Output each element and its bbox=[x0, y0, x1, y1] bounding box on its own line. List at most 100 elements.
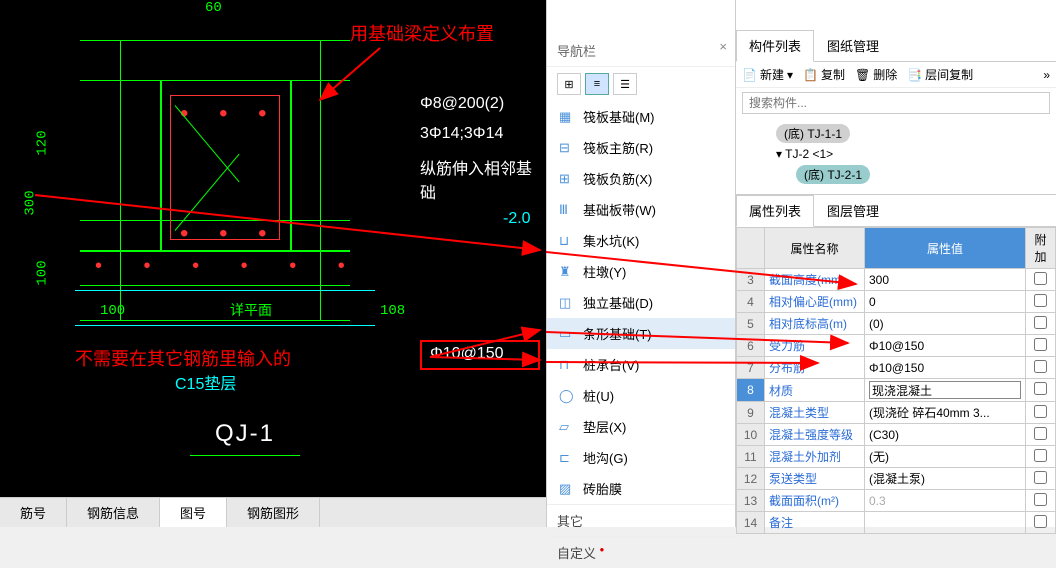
property-value[interactable]: (混凝土泵) bbox=[865, 468, 1026, 490]
property-extra-checkbox[interactable] bbox=[1034, 405, 1047, 418]
property-value[interactable]: 0 bbox=[865, 291, 1026, 313]
tab-drawing-mgmt[interactable]: 图纸管理 bbox=[814, 30, 892, 61]
bottom-rebar: Φ10@150 bbox=[430, 345, 504, 363]
view-mode-list-icon[interactable]: ≡ bbox=[585, 73, 609, 95]
property-extra-checkbox[interactable] bbox=[1034, 449, 1047, 462]
copy-button[interactable]: 📋 复制 bbox=[803, 66, 845, 83]
nav-item-7[interactable]: ▭条形基础(T) bbox=[547, 318, 735, 349]
nav-item-label: 地沟(G) bbox=[583, 448, 628, 467]
property-name: 相对偏心距(mm) bbox=[765, 291, 865, 313]
property-name: 截面高度(mm) bbox=[765, 269, 865, 291]
floor-copy-button[interactable]: 📑 层间复制 bbox=[907, 66, 973, 83]
property-extra-checkbox[interactable] bbox=[1034, 493, 1047, 506]
cushion-icon: ▱ bbox=[559, 419, 575, 435]
nav-item-label: 砖胎膜 bbox=[583, 479, 622, 498]
dim-120: 120 bbox=[35, 130, 51, 155]
view-mode-detail-icon[interactable]: ☰ bbox=[613, 73, 637, 95]
nav-item-label: 基础板带(W) bbox=[583, 200, 656, 219]
nav-item-3[interactable]: Ⅲ基础板带(W) bbox=[547, 194, 735, 225]
nav-item-5[interactable]: ♜柱墩(Y) bbox=[547, 256, 735, 287]
more-icon[interactable]: » bbox=[1043, 68, 1050, 82]
tab-layer-mgmt[interactable]: 图层管理 bbox=[814, 195, 892, 226]
property-row-3[interactable]: 3截面高度(mm)300 bbox=[737, 269, 1056, 291]
nav-item-2[interactable]: ⊞筏板负筋(X) bbox=[547, 163, 735, 194]
cad-viewport[interactable]: • • • • • • • • • • • • 60 120 300 100 1… bbox=[0, 0, 546, 497]
rebar-text-1: Φ8@200(2) bbox=[420, 95, 504, 113]
tab-drawing-no[interactable]: 图号 bbox=[160, 498, 227, 527]
nav-item-9[interactable]: ◯ 桩(U) bbox=[547, 380, 735, 411]
nav-item-4[interactable]: ⊔集水坑(K) bbox=[547, 225, 735, 256]
property-value[interactable]: 0.3 bbox=[865, 490, 1026, 512]
property-value[interactable]: Φ10@150 bbox=[865, 357, 1026, 379]
property-extra-checkbox[interactable] bbox=[1034, 294, 1047, 307]
pilecap-icon: ⊓ bbox=[559, 357, 575, 373]
property-value[interactable]: (无) bbox=[865, 446, 1026, 468]
neg-rebar-icon: ⊞ bbox=[559, 171, 575, 187]
iso-found-icon: ◫ bbox=[559, 295, 575, 311]
component-search-input[interactable] bbox=[742, 92, 1050, 114]
property-value[interactable]: (0) bbox=[865, 313, 1026, 335]
col-property-name: 属性名称 bbox=[765, 228, 865, 269]
tab-component-list[interactable]: 构件列表 bbox=[736, 30, 814, 62]
pile-icon: ◯ bbox=[559, 388, 575, 404]
property-name: 混凝土类型 bbox=[765, 402, 865, 424]
trench-icon: ⊏ bbox=[559, 450, 575, 466]
property-row-5[interactable]: 5相对底标高(m)(0) bbox=[737, 313, 1056, 335]
property-value[interactable]: (C30) bbox=[865, 424, 1026, 446]
nav-item-label: 桩(U) bbox=[583, 386, 614, 405]
delete-button[interactable]: 🗑 删除 bbox=[855, 66, 897, 83]
property-extra-checkbox[interactable] bbox=[1034, 316, 1047, 329]
dim-60: 60 bbox=[205, 0, 222, 16]
tree-node-tj11[interactable]: (底) TJ-1-1 bbox=[746, 122, 1046, 145]
nav-item-8[interactable]: ⊓ 桩承台(V) bbox=[547, 349, 735, 380]
navigator-close-icon[interactable]: × bbox=[719, 39, 727, 54]
property-value[interactable]: (现浇砼 碎石40mm 3... bbox=[865, 402, 1026, 424]
property-row-7[interactable]: 7分布筋Φ10@150 bbox=[737, 357, 1056, 379]
property-row-12[interactable]: 12泵送类型(混凝土泵) bbox=[737, 468, 1056, 490]
nav-item-label: 筏板主筋(R) bbox=[583, 138, 653, 157]
property-row-9[interactable]: 9混凝土类型(现浇砼 碎石40mm 3... bbox=[737, 402, 1056, 424]
property-extra-checkbox[interactable] bbox=[1034, 272, 1047, 285]
property-extra-checkbox[interactable] bbox=[1034, 471, 1047, 484]
tab-property-list[interactable]: 属性列表 bbox=[736, 195, 814, 227]
nav-item-label: 垫层(X) bbox=[583, 417, 626, 436]
nav-item-6[interactable]: ◫独立基础(D) bbox=[547, 287, 735, 318]
property-row-8[interactable]: 8材质 bbox=[737, 379, 1056, 402]
property-extra-checkbox[interactable] bbox=[1034, 360, 1047, 373]
new-button[interactable]: 📄 新建 ▾ bbox=[742, 66, 793, 83]
property-row-13[interactable]: 13截面面积(m²)0.3 bbox=[737, 490, 1056, 512]
tab-rebar-info[interactable]: 钢筋信息 bbox=[67, 498, 160, 527]
elevation: -2.0 bbox=[503, 210, 531, 228]
nav-item-label: 桩承台(V) bbox=[583, 355, 639, 374]
property-extra-checkbox[interactable] bbox=[1034, 427, 1047, 440]
view-mode-tree-icon[interactable]: ⊞ bbox=[557, 73, 581, 95]
property-value[interactable] bbox=[865, 512, 1026, 534]
nav-section-custom[interactable]: 自定义 • bbox=[547, 536, 735, 568]
property-name: 材质 bbox=[765, 379, 865, 402]
property-value[interactable]: 300 bbox=[865, 269, 1026, 291]
nav-item-0[interactable]: ▦筏板基础(M) bbox=[547, 101, 735, 132]
property-value-input[interactable] bbox=[869, 381, 1021, 399]
tab-rebar-no[interactable]: 筋号 bbox=[0, 498, 67, 527]
nav-item-11[interactable]: ⊏ 地沟(G) bbox=[547, 442, 735, 473]
nav-section-other[interactable]: 其它 bbox=[547, 504, 735, 536]
nav-item-10[interactable]: ▱ 垫层(X) bbox=[547, 411, 735, 442]
property-row-14[interactable]: 14备注 bbox=[737, 512, 1056, 534]
property-extra-checkbox[interactable] bbox=[1034, 338, 1047, 351]
grid-icon: ▦ bbox=[559, 109, 575, 125]
tree-node-tj21[interactable]: (底) TJ-2-1 bbox=[746, 163, 1046, 186]
property-row-4[interactable]: 4相对偏心距(mm)0 bbox=[737, 291, 1056, 313]
col-property-extra: 附加 bbox=[1026, 228, 1056, 269]
property-value[interactable] bbox=[865, 379, 1026, 402]
property-value[interactable]: Φ10@150 bbox=[865, 335, 1026, 357]
rebar-text-2: 3Φ14;3Φ14 bbox=[420, 125, 503, 143]
property-extra-checkbox[interactable] bbox=[1034, 382, 1047, 395]
nav-item-1[interactable]: ⊟筏板主筋(R) bbox=[547, 132, 735, 163]
property-row-6[interactable]: 6受力筋Φ10@150 bbox=[737, 335, 1056, 357]
property-extra-checkbox[interactable] bbox=[1034, 515, 1047, 528]
nav-item-12[interactable]: ▨砖胎膜 bbox=[547, 473, 735, 504]
tab-rebar-shape[interactable]: 钢筋图形 bbox=[227, 498, 320, 527]
property-row-11[interactable]: 11混凝土外加剂(无) bbox=[737, 446, 1056, 468]
tree-node-tj2[interactable]: ▾ TJ-2 <1> bbox=[746, 145, 1046, 163]
property-row-10[interactable]: 10混凝土强度等级(C30) bbox=[737, 424, 1056, 446]
